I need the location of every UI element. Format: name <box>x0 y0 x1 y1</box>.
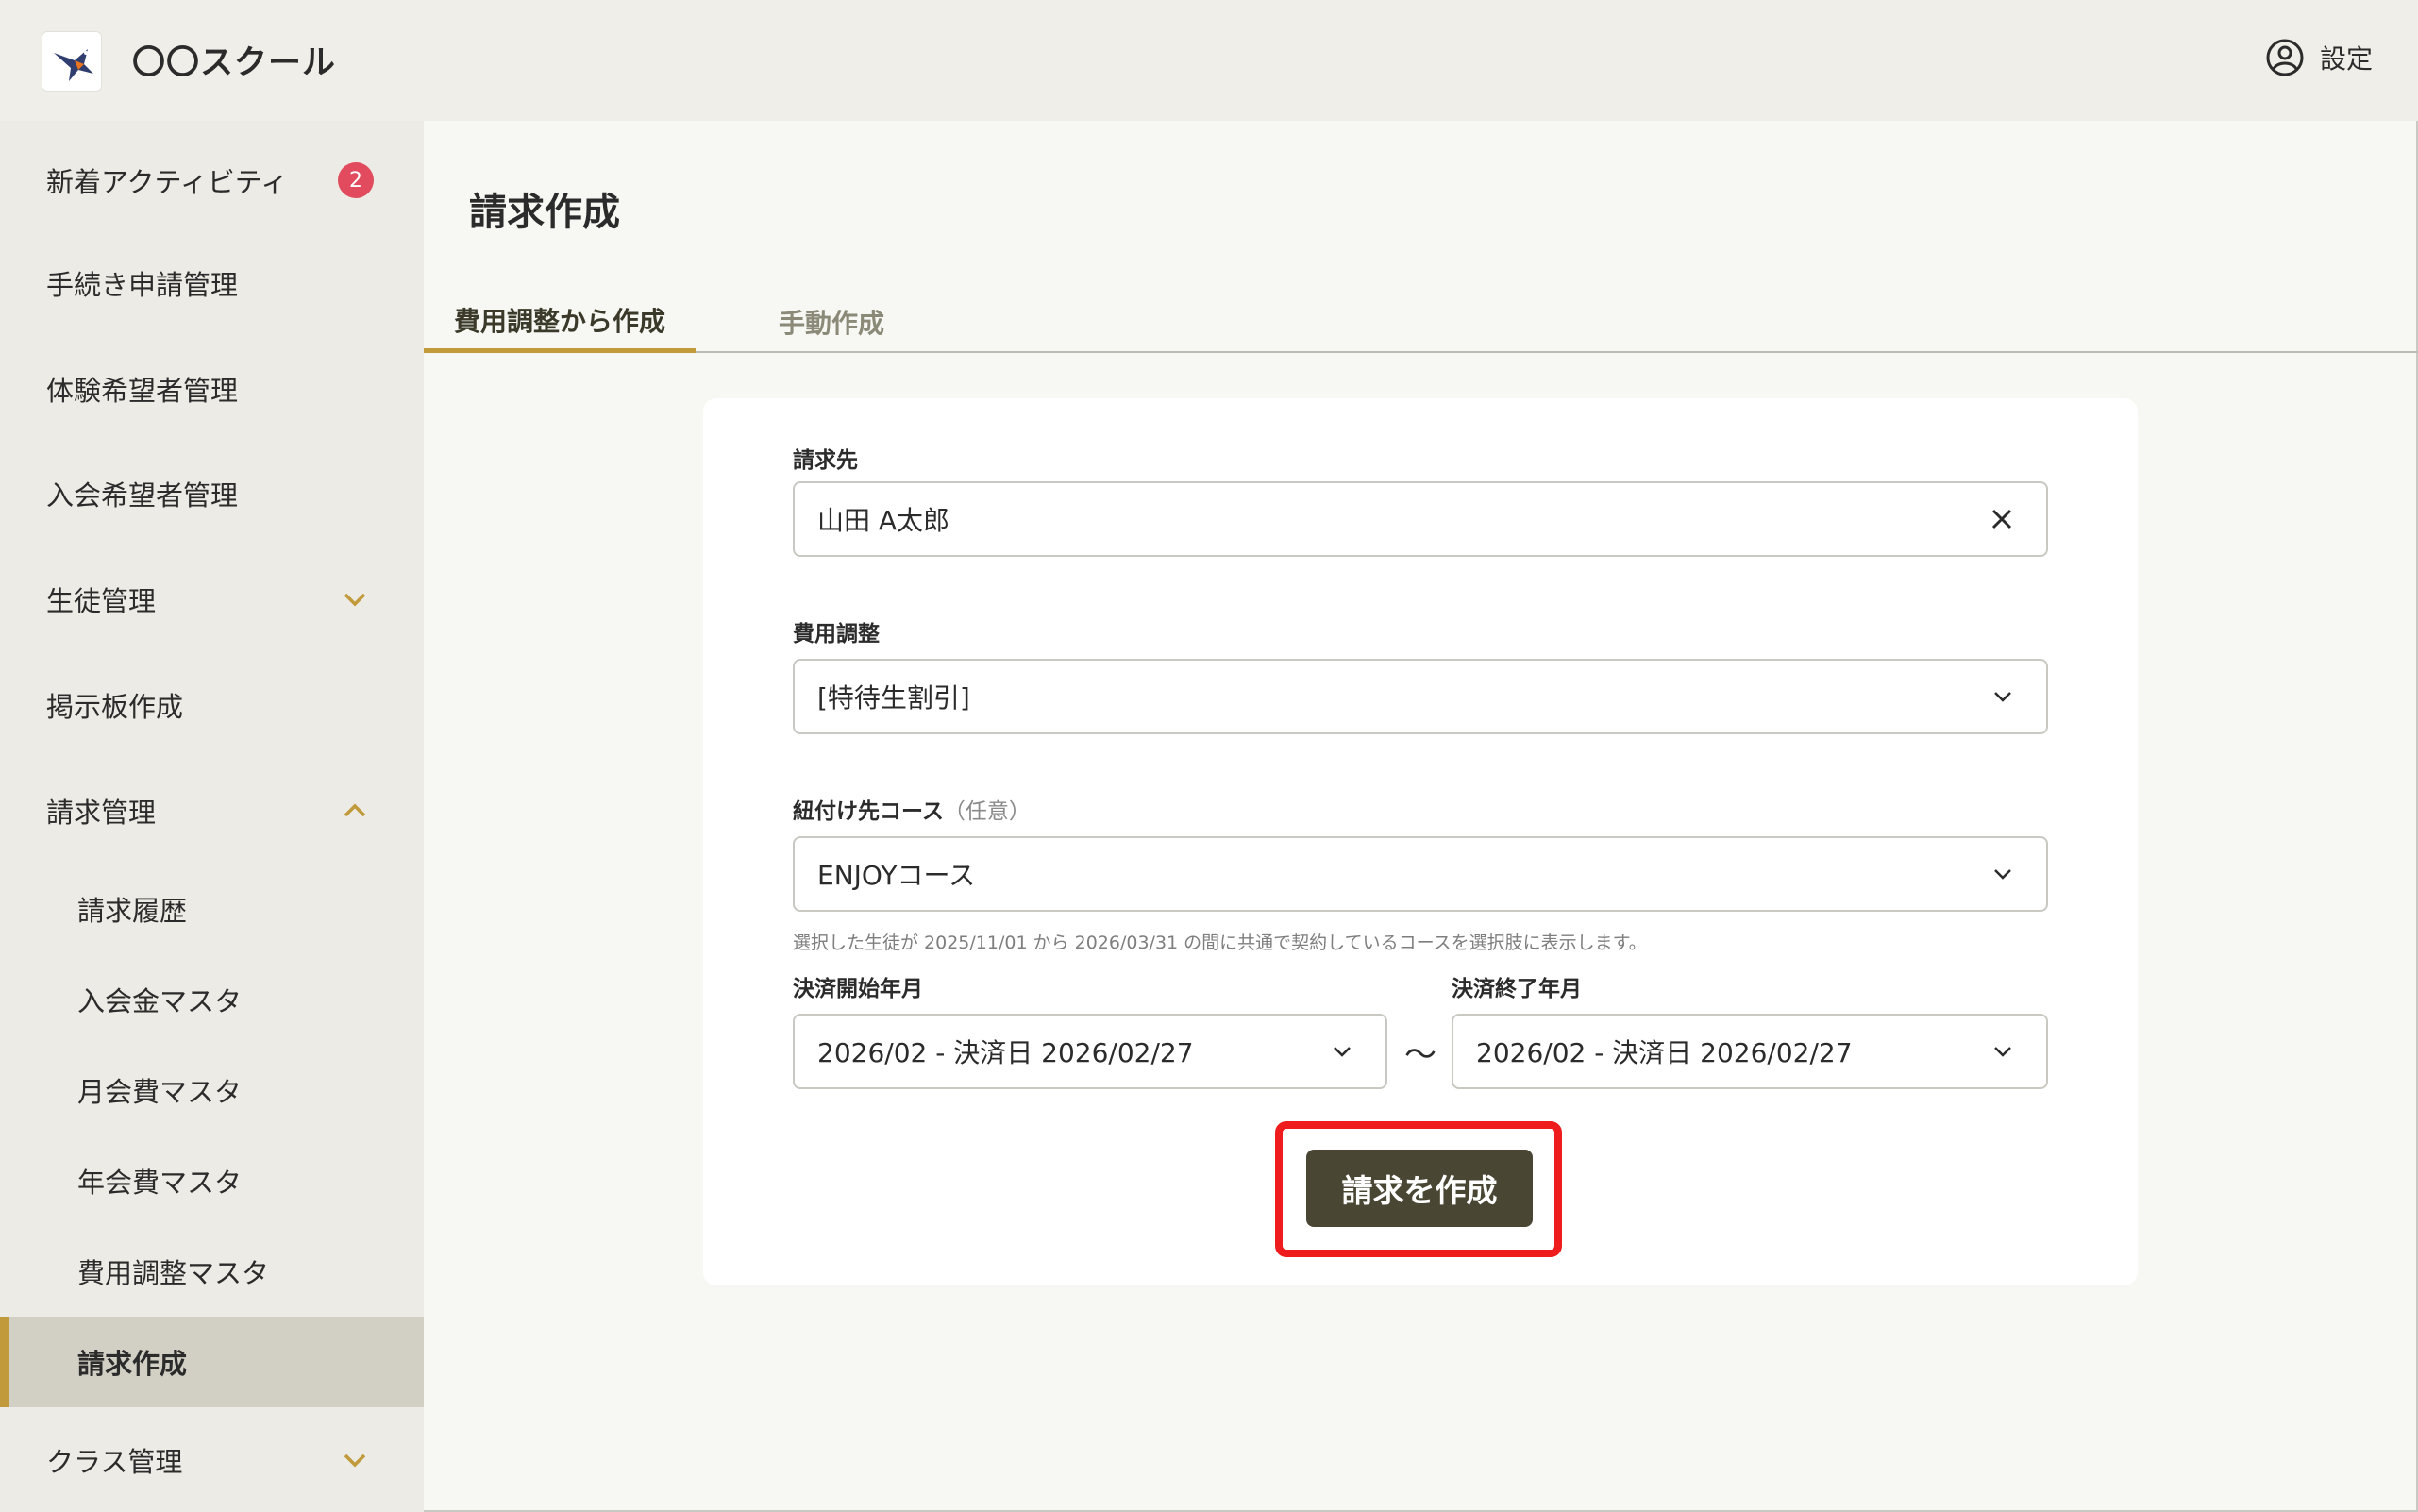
school-logo-icon[interactable] <box>42 31 102 92</box>
sidebar-item-label: 入会希望者管理 <box>46 479 239 512</box>
sidebar-item-procedures[interactable]: 手続き申請管理 <box>0 238 424 328</box>
optional-tag: （任意） <box>943 799 1031 824</box>
sidebar-item-label: 手続き申請管理 <box>46 269 239 301</box>
course-hint: 選択した生徒が 2025/11/01 から 2026/03/31 の間に共通で契… <box>793 932 1647 953</box>
sidebar-item-trial[interactable]: 体験希望者管理 <box>0 344 424 434</box>
notification-badge: 2 <box>338 162 374 198</box>
adjustment-label: 費用調整 <box>793 622 880 647</box>
sidebar-item-admission-fee[interactable]: 入会金マスタ <box>0 954 424 1045</box>
course-label-text: 紐付け先コース <box>793 799 944 824</box>
settings-label: 設定 <box>2319 43 2373 75</box>
chevron-down-icon <box>1994 1047 2011 1057</box>
sidebar-item-board[interactable]: 掲示板作成 <box>0 660 424 750</box>
chevron-down-icon <box>1334 1047 1351 1057</box>
course-label: 紐付け先コース（任意） <box>793 793 1031 825</box>
sidebar-item-create-invoice[interactable]: 請求作成 <box>0 1317 424 1407</box>
sidebar: 新着アクティビティ 2 手続き申請管理 体験希望者管理 入会希望者管理 生徒管理… <box>0 121 424 1512</box>
sidebar-item-annual-fee[interactable]: 年会費マスタ <box>0 1135 424 1226</box>
chevron-down-icon <box>1994 869 2011 880</box>
sidebar-item-label: 費用調整マスタ <box>77 1257 270 1289</box>
end-month-select[interactable]: 2026/02 - 決済日 2026/02/27 <box>1452 1014 2048 1089</box>
start-month-value: 2026/02 - 決済日 2026/02/27 <box>817 1037 1194 1068</box>
sidebar-item-monthly-fee[interactable]: 月会費マスタ <box>0 1045 424 1135</box>
sidebar-item-label: 体験希望者管理 <box>46 375 239 407</box>
page-title: 請求作成 <box>469 191 620 234</box>
sidebar-item-label: 請求履歴 <box>77 895 188 927</box>
end-month-label: 決済終了年月 <box>1452 977 1582 1001</box>
course-select[interactable]: ENJOYコース <box>793 836 2048 912</box>
sidebar-item-label: 年会費マスタ <box>77 1167 243 1199</box>
chevron-down-icon <box>344 593 366 607</box>
chevron-up-icon <box>344 803 366 817</box>
billing-to-label: 請求先 <box>793 448 858 473</box>
range-separator: ～ <box>1404 1036 1436 1074</box>
sidebar-item-billing-history[interactable]: 請求履歴 <box>0 864 424 954</box>
sidebar-item-label: 掲示板作成 <box>46 691 184 723</box>
billing-to-value: 山田 A太郎 <box>817 505 950 536</box>
sidebar-item-label: 請求作成 <box>77 1348 188 1380</box>
sidebar-item-label: 入会金マスタ <box>77 985 243 1017</box>
sidebar-item-label: 生徒管理 <box>46 585 157 617</box>
sidebar-item-activity[interactable]: 新着アクティビティ 2 <box>0 135 424 226</box>
end-month-value: 2026/02 - 決済日 2026/02/27 <box>1476 1037 1853 1068</box>
close-icon[interactable] <box>1991 509 2012 529</box>
sidebar-item-billing[interactable]: 請求管理 <box>0 765 424 856</box>
tab-manual[interactable]: 手動作成 <box>779 291 884 353</box>
sidebar-item-classes[interactable]: クラス管理 <box>0 1415 424 1505</box>
adjustment-value: [特待生割引] <box>817 682 970 714</box>
adjustment-select[interactable]: [特待生割引] <box>793 659 2048 734</box>
sidebar-item-label: 新着アクティビティ <box>46 166 289 198</box>
school-name: 〇〇スクール <box>132 44 337 82</box>
sidebar-item-students[interactable]: 生徒管理 <box>0 554 424 645</box>
sidebar-item-label: 月会費マスタ <box>77 1076 243 1108</box>
tab-from-adjustment[interactable]: 費用調整から作成 <box>424 291 696 353</box>
sidebar-item-label: クラス管理 <box>46 1446 183 1478</box>
user-circle-icon <box>2266 39 2304 76</box>
settings-button[interactable]: 設定 <box>2265 38 2373 77</box>
sidebar-item-label: 請求管理 <box>46 797 157 829</box>
top-header: 〇〇スクール 設定 <box>0 0 2418 121</box>
start-month-label: 決済開始年月 <box>793 977 923 1001</box>
chevron-down-icon <box>1994 692 2011 702</box>
sidebar-item-admission[interactable]: 入会希望者管理 <box>0 448 424 539</box>
tab-bar: 費用調整から作成 手動作成 <box>424 291 2418 353</box>
create-invoice-button[interactable]: 請求を作成 <box>1306 1150 1533 1227</box>
chevron-down-icon <box>344 1453 366 1468</box>
sidebar-item-adjustment-master[interactable]: 費用調整マスタ <box>0 1226 424 1317</box>
billing-to-input[interactable]: 山田 A太郎 <box>793 481 2048 557</box>
course-value: ENJOYコース <box>817 860 976 891</box>
start-month-select[interactable]: 2026/02 - 決済日 2026/02/27 <box>793 1014 1387 1089</box>
